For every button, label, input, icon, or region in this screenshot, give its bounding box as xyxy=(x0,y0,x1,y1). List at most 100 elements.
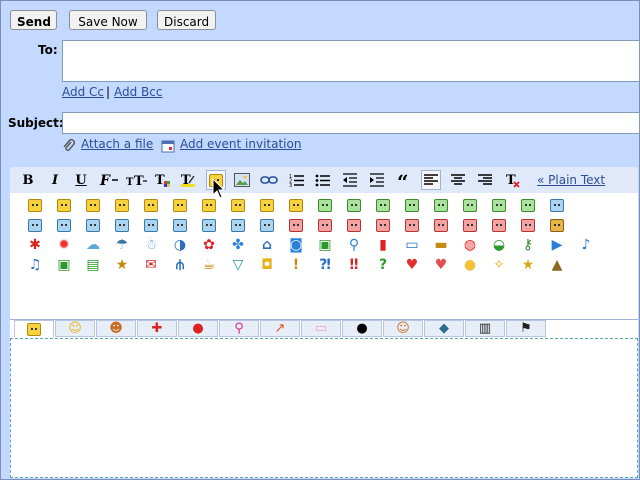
snowman-emoticon-icon[interactable]: ☃ xyxy=(143,237,159,253)
save-now-button[interactable]: Save Now xyxy=(69,10,147,30)
yellow-face-emoticon-icon[interactable] xyxy=(27,197,43,213)
blue-face-emoticon-icon[interactable] xyxy=(85,217,101,233)
message-body-editor[interactable] xyxy=(10,338,638,478)
camera-emoticon-icon[interactable]: ◙ xyxy=(288,237,304,253)
green-face-emoticon-icon[interactable] xyxy=(346,197,362,213)
add-bcc-link[interactable]: Add Bcc xyxy=(114,85,162,99)
red-face-emoticon-icon[interactable] xyxy=(288,217,304,233)
emoticon-tab-pink-face-icon[interactable]: ▭ xyxy=(301,320,341,337)
star-house-emoticon-icon[interactable]: ★ xyxy=(114,257,130,273)
flower-emoticon-icon[interactable]: ✿ xyxy=(201,237,217,253)
yellow-face-emoticon-icon[interactable] xyxy=(143,197,159,213)
question-emoticon-icon[interactable]: ? xyxy=(375,257,391,273)
blue-face-emoticon-icon[interactable] xyxy=(56,217,72,233)
blue-face-emoticon-icon[interactable] xyxy=(114,217,130,233)
subject-field[interactable] xyxy=(62,112,640,134)
blue-face-emoticon-icon[interactable] xyxy=(201,217,217,233)
green-face-emoticon-icon[interactable] xyxy=(520,197,536,213)
bulleted-list-icon[interactable] xyxy=(313,170,333,190)
house-emoticon-icon[interactable]: ⌂ xyxy=(259,237,275,253)
link-icon[interactable] xyxy=(259,170,279,190)
emoticon-tab-black-circle-icon[interactable]: ● xyxy=(342,320,382,337)
emoticon-tab-laugh-icon[interactable]: ☻ xyxy=(96,320,136,337)
red-face-emoticon-icon[interactable] xyxy=(375,217,391,233)
phone-emoticon-icon[interactable]: ▮ xyxy=(375,237,391,253)
clover-emoticon-icon[interactable]: ✤ xyxy=(230,237,246,253)
emoticon-tab-yellow-face-icon[interactable] xyxy=(14,320,54,337)
cocktail-emoticon-icon[interactable]: ▽ xyxy=(230,257,246,273)
green-face-emoticon-icon[interactable] xyxy=(433,197,449,213)
note-emoticon-icon[interactable]: ♫ xyxy=(27,257,43,273)
yellow-face-emoticon-icon[interactable] xyxy=(85,197,101,213)
yellow-face-emoticon-icon[interactable] xyxy=(114,197,130,213)
send-button[interactable]: Send xyxy=(10,10,57,30)
red-face-emoticon-icon[interactable] xyxy=(491,217,507,233)
emoticon-tab-clapper-icon[interactable]: ▥ xyxy=(465,320,505,337)
fork-emoticon-icon[interactable]: ⫛ xyxy=(172,257,188,273)
blue-face-emoticon-icon[interactable] xyxy=(549,197,565,213)
yellow-face-emoticon-icon[interactable] xyxy=(288,197,304,213)
gift-emoticon-icon[interactable]: ▣ xyxy=(317,237,333,253)
add-event-invitation-link[interactable]: Add event invitation xyxy=(180,137,301,151)
emoticon-tab-monkey-icon[interactable]: ☺ xyxy=(383,320,423,337)
ball-emoticon-icon[interactable]: ◍ xyxy=(462,237,478,253)
red-face-emoticon-icon[interactable] xyxy=(462,217,478,233)
text-color-icon[interactable]: T xyxy=(153,170,173,190)
red-face-emoticon-icon[interactable] xyxy=(317,217,333,233)
align-center-icon[interactable] xyxy=(448,170,468,190)
emoticon-tab-first-aid-icon[interactable]: ✚ xyxy=(137,320,177,337)
blue-face-emoticon-icon[interactable] xyxy=(27,217,43,233)
question-exclaim-emoticon-icon[interactable]: ⁈ xyxy=(317,257,333,273)
red-face-emoticon-icon[interactable] xyxy=(433,217,449,233)
decrease-indent-icon[interactable] xyxy=(340,170,360,190)
blue-face-emoticon-icon[interactable] xyxy=(259,217,275,233)
cloud-emoticon-icon[interactable]: ☁ xyxy=(85,237,101,253)
emoticon-tab-bicycle-icon[interactable]: ⚲ xyxy=(219,320,259,337)
highlight-icon[interactable]: T xyxy=(178,170,198,190)
green-face-emoticon-icon[interactable] xyxy=(375,197,391,213)
underline-button[interactable]: U xyxy=(71,170,91,190)
yellow-face-emoticon-icon[interactable] xyxy=(259,197,275,213)
red-face-emoticon-icon[interactable] xyxy=(520,217,536,233)
moon-emoticon-icon[interactable]: ◑ xyxy=(172,237,188,253)
quote-icon[interactable]: “ xyxy=(395,170,415,190)
double-exclaim-emoticon-icon[interactable]: ‼ xyxy=(346,257,362,273)
remove-formatting-icon[interactable]: T xyxy=(503,170,523,190)
envelope-emoticon-icon[interactable]: ✉ xyxy=(143,257,159,273)
red-face-emoticon-icon[interactable] xyxy=(346,217,362,233)
green-face-emoticon-icon[interactable] xyxy=(317,197,333,213)
to-field[interactable] xyxy=(62,40,640,82)
broken-heart-emoticon-icon[interactable]: ♥ xyxy=(433,257,449,273)
insert-image-icon[interactable] xyxy=(232,170,252,190)
heart-emoticon-icon[interactable]: ♥ xyxy=(404,257,420,273)
font-icon[interactable]: F xyxy=(98,170,122,190)
mug-emoticon-icon[interactable]: ◘ xyxy=(259,257,275,273)
emoticon-tab-cat-icon[interactable]: ◆ xyxy=(424,320,464,337)
font-size-icon[interactable]: TT xyxy=(125,170,149,190)
star-emoticon-icon[interactable]: ★ xyxy=(520,257,536,273)
radio-emoticon-icon[interactable]: ▤ xyxy=(85,257,101,273)
briefcase-emoticon-icon[interactable]: ▬ xyxy=(433,237,449,253)
film-emoticon-icon[interactable]: ▶ xyxy=(549,237,565,253)
coffee-emoticon-icon[interactable]: ☕ xyxy=(201,257,217,273)
discard-button[interactable]: Discard xyxy=(157,10,216,30)
blue-face-emoticon-icon[interactable] xyxy=(172,217,188,233)
attach-file-link[interactable]: Attach a file xyxy=(81,137,153,151)
sparkle-emoticon-icon[interactable]: ✧ xyxy=(491,257,507,273)
align-left-icon[interactable] xyxy=(421,170,441,190)
plain-text-link[interactable]: « Plain Text xyxy=(537,173,605,187)
add-cc-link[interactable]: Add Cc xyxy=(62,85,104,99)
yellow-face-emoticon-icon[interactable] xyxy=(56,197,72,213)
green-face-emoticon-icon[interactable] xyxy=(462,197,478,213)
key-emoticon-icon[interactable]: ⚷ xyxy=(520,237,536,253)
green-face-emoticon-icon[interactable] xyxy=(491,197,507,213)
tv-emoticon-icon[interactable]: ▣ xyxy=(56,257,72,273)
umbrella-emoticon-icon[interactable]: ☂ xyxy=(114,237,130,253)
emoticon-tab-flag-icon[interactable]: ⚑ xyxy=(506,320,546,337)
blue-face-emoticon-icon[interactable] xyxy=(230,217,246,233)
car-emoticon-icon[interactable]: ◒ xyxy=(491,237,507,253)
numbered-list-icon[interactable]: 123 xyxy=(287,170,307,190)
magnifier-emoticon-icon[interactable]: ⚲ xyxy=(346,237,362,253)
red-face-emoticon-icon[interactable] xyxy=(404,217,420,233)
exclamation-emoticon-icon[interactable]: ! xyxy=(288,257,304,273)
